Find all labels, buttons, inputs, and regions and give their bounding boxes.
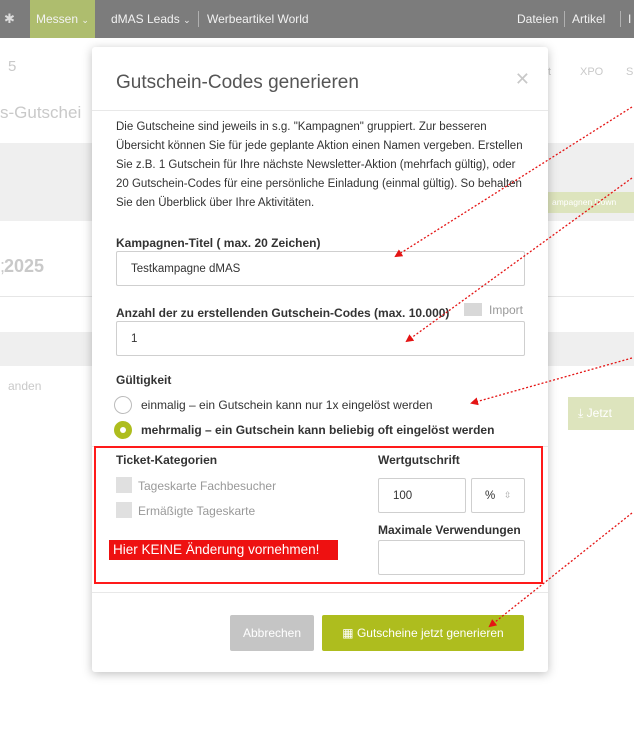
annotation-arrow xyxy=(394,106,633,258)
annotation-arrow xyxy=(488,512,633,628)
annotation-arrows xyxy=(394,106,633,628)
annotation-arrow xyxy=(470,357,633,406)
annotation-arrow xyxy=(405,177,633,343)
